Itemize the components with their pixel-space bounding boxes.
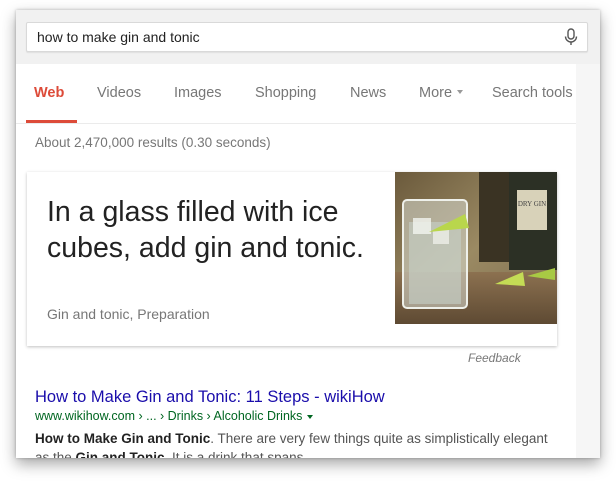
microphone-icon[interactable] bbox=[561, 27, 581, 47]
browser-frame: Web Videos Images Shopping News More Sea… bbox=[16, 10, 600, 458]
feedback-link[interactable]: Feedback bbox=[468, 351, 521, 365]
active-tab-indicator bbox=[26, 120, 77, 123]
search-bar bbox=[26, 22, 588, 52]
right-column bbox=[576, 64, 600, 458]
search-tabs: Web Videos Images Shopping News More Sea… bbox=[16, 64, 576, 124]
answer-card: In a glass filled with ice cubes, add gi… bbox=[27, 172, 557, 346]
chevron-down-icon bbox=[457, 90, 464, 95]
tab-shopping[interactable]: Shopping bbox=[255, 85, 316, 101]
result-snippet: How to Make Gin and Tonic. There are ver… bbox=[35, 429, 555, 458]
url-dropdown-icon[interactable] bbox=[307, 414, 314, 419]
answer-source[interactable]: Gin and tonic, Preparation bbox=[47, 306, 210, 322]
tab-web[interactable]: Web bbox=[34, 85, 64, 101]
result-url-text: www.wikihow.com › ... › Drinks › Alcohol… bbox=[35, 409, 303, 423]
result-title-link[interactable]: How to Make Gin and Tonic: 11 Steps - wi… bbox=[35, 388, 385, 407]
results-panel: Web Videos Images Shopping News More Sea… bbox=[16, 64, 576, 458]
search-input[interactable] bbox=[27, 23, 547, 51]
result-url: www.wikihow.com › ... › Drinks › Alcohol… bbox=[35, 409, 314, 423]
tab-more[interactable]: More bbox=[419, 85, 464, 101]
tab-images[interactable]: Images bbox=[174, 85, 222, 101]
bottle-label-text: DRY GIN bbox=[518, 200, 546, 208]
tab-search-tools[interactable]: Search tools bbox=[492, 85, 573, 101]
tab-news[interactable]: News bbox=[350, 85, 386, 101]
snippet-text: . It is a drink that spans bbox=[164, 450, 304, 458]
tab-videos[interactable]: Videos bbox=[97, 85, 141, 101]
snippet-bold: How to Make Gin and Tonic bbox=[35, 431, 211, 446]
result-stats: About 2,470,000 results (0.30 seconds) bbox=[35, 135, 271, 150]
tab-more-label: More bbox=[419, 85, 453, 101]
gin-tonic-image[interactable]: DRY GIN bbox=[395, 172, 557, 324]
snippet-bold: Gin and Tonic bbox=[75, 450, 165, 458]
answer-text: In a glass filled with ice cubes, add gi… bbox=[47, 196, 364, 264]
